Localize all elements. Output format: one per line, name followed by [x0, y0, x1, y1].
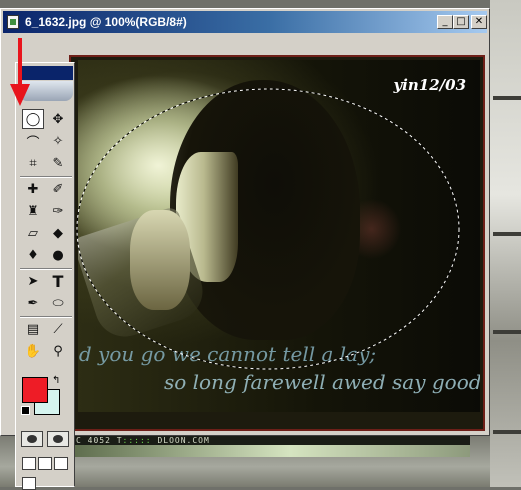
type-icon[interactable]: T	[47, 271, 69, 291]
background-banner: C 4052 T::::: DLOON.COM	[70, 436, 470, 445]
document-titlebar[interactable]: 6_1632.jpg @ 100%(RGB/8#) _ □ ✕	[3, 11, 487, 33]
foreground-color-swatch[interactable]	[22, 377, 48, 403]
slice-icon[interactable]: ✎	[47, 153, 69, 173]
move-icon[interactable]: ✥	[47, 109, 69, 129]
clone-stamp-icon[interactable]: ♜	[22, 201, 44, 221]
shape-icon[interactable]: ⬭	[47, 293, 69, 313]
dodge-icon[interactable]: ●	[47, 245, 69, 265]
zoom-icon[interactable]: ⚲	[47, 341, 69, 361]
elliptical-marquee-icon[interactable]: ◯	[22, 109, 44, 129]
desktop-background-right	[490, 0, 521, 487]
toolbox[interactable]: ◯ ✥ ⌒ ✧ ⌗ ✎ ✚ ✐ ♜ ✑ ▱ ◆ ♦ ● ➤ T ✒ ⬭ ▤ ⟋ …	[15, 62, 75, 490]
photo-caption-line-1: nd you go we cannot tell a lay;	[78, 342, 377, 366]
pen-icon[interactable]: ✒	[22, 293, 44, 313]
document-icon	[7, 15, 19, 29]
photo-caption-line-2: so long farewell awed say goodbye!	[164, 370, 480, 394]
full-screen-menu-button[interactable]	[38, 457, 52, 470]
hand-icon[interactable]: ✋	[22, 341, 44, 361]
full-screen-button[interactable]	[54, 457, 68, 470]
blur-icon[interactable]: ♦	[22, 245, 44, 265]
photo-signature: yin12/03	[393, 76, 466, 94]
paint-bucket-icon[interactable]: ◆	[47, 223, 69, 243]
canvas-image[interactable]: yin12/03 nd you go we cannot tell a lay;…	[78, 60, 480, 412]
annotation-arrow-icon	[10, 38, 30, 106]
crop-icon[interactable]: ⌗	[22, 153, 44, 173]
quick-mask-button[interactable]	[47, 431, 69, 447]
default-colors-icon[interactable]	[21, 406, 30, 415]
document-title: 6_1632.jpg @ 100%(RGB/8#)	[25, 15, 187, 29]
healing-brush-icon[interactable]: ✚	[22, 179, 44, 199]
jump-to-imageready-button[interactable]	[22, 477, 36, 490]
magic-wand-icon[interactable]: ✧	[47, 131, 69, 151]
standard-screen-button[interactable]	[22, 457, 36, 470]
brush-icon[interactable]: ✐	[47, 179, 69, 199]
standard-mode-button[interactable]	[21, 431, 43, 447]
hand	[130, 210, 190, 310]
eraser-icon[interactable]: ▱	[22, 223, 44, 243]
path-selection-icon[interactable]: ➤	[22, 271, 44, 291]
swap-colors-icon[interactable]: ↰	[52, 375, 60, 386]
history-brush-icon[interactable]: ✑	[47, 201, 69, 221]
close-button[interactable]: ✕	[471, 15, 487, 29]
eyedropper-icon[interactable]: ⟋	[47, 319, 69, 339]
notes-icon[interactable]: ▤	[22, 319, 44, 339]
lasso-icon[interactable]: ⌒	[22, 131, 44, 151]
minimize-button[interactable]: _	[437, 15, 453, 29]
maximize-button[interactable]: □	[453, 15, 469, 29]
